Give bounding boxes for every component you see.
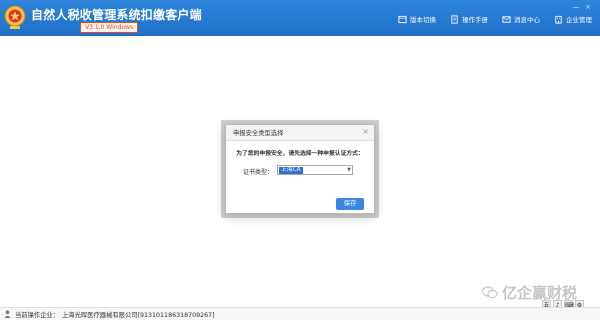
- message-icon: [502, 15, 511, 23]
- cert-type-select[interactable]: 上海CA ▼: [277, 165, 353, 175]
- tax-emblem-icon: [4, 5, 26, 29]
- close-window-button[interactable]: ×: [582, 3, 594, 12]
- switch-icon: [398, 15, 407, 23]
- wechat-icon: [482, 286, 498, 299]
- enterprise-manage-button[interactable]: 企业管理: [554, 14, 592, 24]
- header-toolbar: 版本切换 操作手册 消息中心 企业管理: [384, 14, 592, 24]
- manual-icon: [451, 14, 458, 24]
- user-icon: [4, 310, 11, 318]
- dialog-header: 申报安全类型选择 ×: [226, 125, 374, 141]
- dialog-title: 申报安全类型选择: [233, 130, 284, 137]
- enterprise-manage-label: 企业管理: [566, 16, 592, 24]
- message-center-label: 消息中心: [514, 16, 540, 24]
- message-center-button[interactable]: 消息中心: [502, 14, 540, 24]
- cert-type-value: 上海CA: [279, 167, 303, 174]
- title-bar: 自然人税收管理系统扣缴客户端 V3.1.0 Windows — × 版本切换 操…: [0, 0, 600, 36]
- security-type-dialog: 申报安全类型选择 × 为了您的申报安全，请先选择一种申报认证方式： 证书类型： …: [225, 124, 375, 214]
- window-controls: — ×: [570, 3, 594, 12]
- dialog-close-button[interactable]: ×: [362, 127, 369, 137]
- manual-label: 操作手册: [462, 16, 488, 24]
- chevron-down-icon: ▼: [347, 167, 351, 173]
- cert-type-label: 证书类型：: [243, 169, 274, 176]
- manual-button[interactable]: 操作手册: [450, 14, 488, 24]
- enterprise-icon: [555, 15, 562, 24]
- version-badge: V3.1.0 Windows: [80, 22, 139, 33]
- dialog-message: 为了您的申报安全，请先选择一种申报认证方式：: [236, 151, 364, 157]
- minimize-button[interactable]: —: [570, 3, 582, 12]
- save-button[interactable]: 保存: [336, 198, 364, 210]
- version-switch-button[interactable]: 版本切换: [398, 14, 436, 24]
- current-company-value: 上海光晖医疗器械有限公司[913101186318709267]: [62, 312, 215, 319]
- current-company-label: 当前操作企业：: [15, 312, 60, 319]
- app-title: 自然人税收管理系统扣缴客户端: [31, 8, 202, 22]
- status-bar: 当前操作企业： 上海光晖医疗器械有限公司[913101186318709267]: [0, 307, 600, 320]
- version-switch-label: 版本切换: [410, 16, 436, 24]
